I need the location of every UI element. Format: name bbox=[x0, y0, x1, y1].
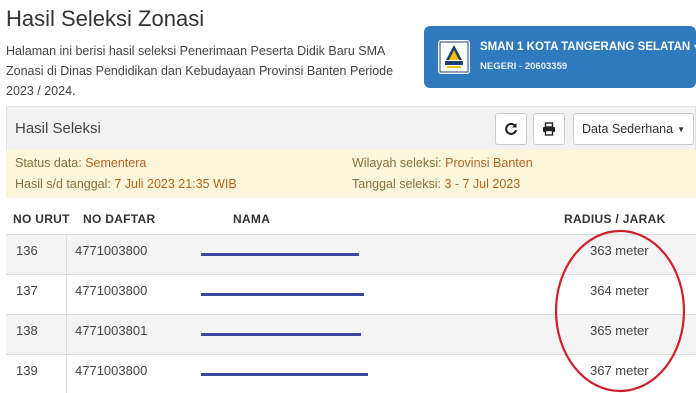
status-data: Status data: Sementera bbox=[15, 156, 147, 170]
tanggal-seleksi: Tanggal seleksi: 3 - 7 Jul 2023 bbox=[352, 177, 521, 191]
school-npsn: NEGERI - 20603359 bbox=[480, 61, 568, 72]
page-title: Hasil Seleksi Zonasi bbox=[6, 6, 205, 31]
row-jarak: 367 meter bbox=[590, 363, 649, 378]
col-nama[interactable]: NAMA bbox=[233, 212, 270, 226]
row-nama-redacted bbox=[201, 253, 359, 256]
view-mode-dropdown[interactable]: Data Sederhana ▼ bbox=[573, 113, 694, 145]
school-selector[interactable]: SMAN 1 KOTA TANGERANG SELATAN▼ NEGERI - … bbox=[424, 26, 696, 88]
school-logo-icon bbox=[438, 40, 470, 74]
hasil-tanggal: Hasil s/d tanggal: 7 Juli 2023 21:35 WIB bbox=[15, 177, 237, 191]
table-header: NO URUT NO DAFTAR NAMA RADIUS / JARAK bbox=[6, 206, 696, 234]
row-jarak: 363 meter bbox=[590, 243, 649, 258]
caret-down-icon: ▼ bbox=[677, 124, 685, 134]
row-no-daftar: 4771003800 bbox=[75, 283, 148, 298]
col-no-urut[interactable]: NO URUT bbox=[13, 212, 70, 226]
page-description: Halaman ini berisi hasil seleksi Penerim… bbox=[6, 44, 394, 98]
caret-down-icon: ▼ bbox=[692, 42, 696, 52]
status-info-bar: Status data: Sementera Hasil s/d tanggal… bbox=[6, 150, 696, 198]
print-button[interactable] bbox=[533, 113, 565, 145]
col-radius-jarak[interactable]: RADIUS / JARAK bbox=[564, 212, 666, 226]
view-mode-label: Data Sederhana bbox=[582, 122, 674, 136]
row-no-daftar: 4771003800 bbox=[75, 243, 148, 258]
row-no-urut: 136 bbox=[16, 243, 38, 258]
table-row: 138 4771003801 365 meter bbox=[6, 314, 696, 354]
school-name: SMAN 1 KOTA TANGERANG SELATAN▼ bbox=[480, 41, 696, 53]
row-no-daftar: 4771003800 bbox=[75, 363, 148, 378]
row-jarak: 365 meter bbox=[590, 323, 649, 338]
row-nama-redacted bbox=[201, 373, 368, 376]
row-no-daftar: 4771003801 bbox=[75, 323, 148, 338]
table-row: 137 4771003800 364 meter bbox=[6, 274, 696, 314]
col-no-daftar[interactable]: NO DAFTAR bbox=[83, 212, 155, 226]
row-no-urut: 137 bbox=[16, 283, 38, 298]
row-nama-redacted bbox=[201, 333, 361, 336]
row-no-urut: 138 bbox=[16, 323, 38, 338]
panel-header: Hasil Seleksi Data Sederhana ▼ bbox=[6, 106, 696, 150]
refresh-icon bbox=[505, 122, 517, 135]
row-no-urut: 139 bbox=[16, 363, 38, 378]
refresh-button[interactable] bbox=[495, 113, 527, 145]
panel-title: Hasil Seleksi bbox=[15, 120, 101, 137]
row-jarak: 364 meter bbox=[590, 283, 649, 298]
table-row: 139 4771003800 367 meter bbox=[6, 354, 696, 393]
table-row: 136 4771003800 363 meter bbox=[6, 234, 696, 274]
print-icon bbox=[543, 122, 555, 136]
row-nama-redacted bbox=[201, 293, 364, 296]
wilayah-seleksi: Wilayah seleksi: Provinsi Banten bbox=[352, 156, 533, 170]
